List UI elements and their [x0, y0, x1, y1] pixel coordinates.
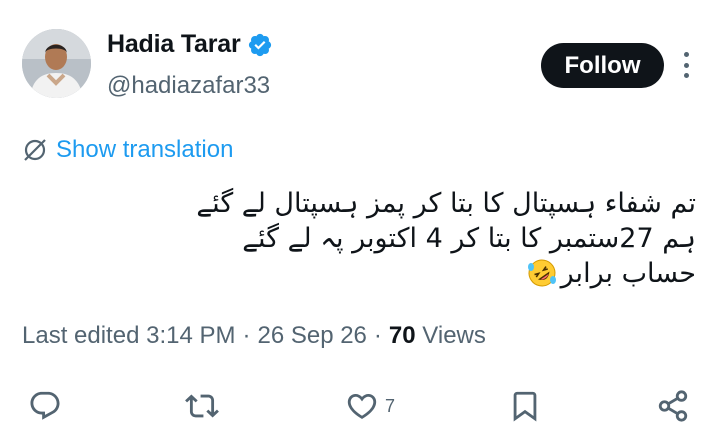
display-name[interactable]: Hadia Tarar [107, 30, 241, 59]
tweet-meta: Last edited 3:14 PM · 26 Sep 26 · 70 Vie… [22, 322, 486, 350]
tweet-line: تم شفاء ہسپتال کا بتا کر پمز ہسپتال لے گ… [196, 188, 696, 219]
views-count: 70 [388, 322, 416, 349]
show-translation-label: Show translation [56, 136, 234, 163]
translate-icon [24, 139, 46, 161]
retweet-button[interactable] [185, 386, 219, 426]
bookmark-icon [513, 391, 537, 422]
author-handle[interactable]: @hadiazafar33 [107, 72, 270, 100]
author-name-row[interactable]: Hadia Tarar [107, 30, 273, 59]
tweet-line-with-emoji: حساب برابر [16, 256, 696, 291]
share-button[interactable] [656, 386, 690, 426]
meta-separator: · [373, 322, 382, 349]
like-count: 7 [385, 395, 396, 416]
action-bar: 7 [0, 386, 720, 432]
avatar[interactable] [22, 29, 91, 98]
verified-badge-icon [248, 33, 271, 56]
tweet-line: حساب برابر [560, 258, 696, 289]
bookmark-button[interactable] [508, 386, 542, 426]
retweet-icon [185, 394, 219, 418]
reply-icon [30, 391, 60, 420]
show-translation-link[interactable]: Show translation [22, 136, 233, 164]
last-edited-label[interactable]: Last edited 3:14 PM [22, 322, 235, 350]
profile-photo [22, 29, 91, 98]
meta-separator: · [242, 322, 251, 349]
heart-icon [347, 393, 377, 419]
more-vertical-icon[interactable] [679, 52, 693, 78]
rolling-on-the-floor-laughing-icon [527, 259, 556, 287]
follow-button[interactable]: Follow [541, 43, 664, 88]
reply-button[interactable] [28, 386, 62, 426]
tweet-line: ہم 27ستمبر کا بتا کر 4 اکتوبر پہ لے گئے [242, 223, 696, 254]
tweet-date[interactable]: 26 Sep 26 [257, 322, 366, 350]
like-button[interactable]: 7 [345, 386, 395, 426]
share-icon [658, 390, 688, 422]
views-label: Views [422, 322, 486, 349]
tweet-text: تم شفاء ہسپتال کا بتا کر پمز ہسپتال لے گ… [16, 186, 696, 291]
